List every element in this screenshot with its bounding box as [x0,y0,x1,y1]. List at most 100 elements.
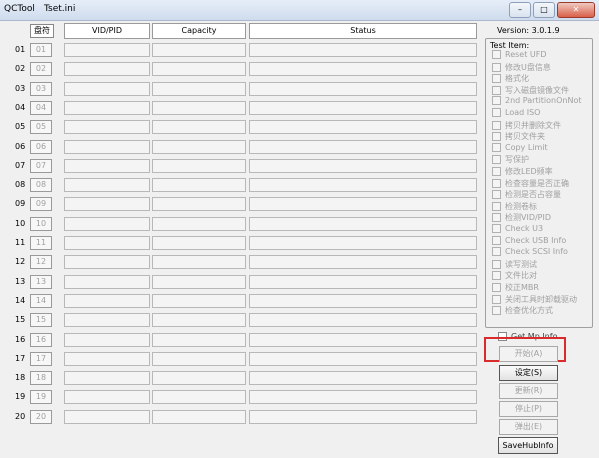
status-cell [249,410,477,424]
row-label: 14 [15,296,26,305]
capacity-cell [152,275,246,289]
test-item-checkbox[interactable]: 修改U盘信息 [492,62,551,73]
row-port-button[interactable]: 03 [30,82,52,96]
test-item-checkbox[interactable]: 修改LED频率 [492,166,553,177]
capacity-cell [152,371,246,385]
row-port-button[interactable]: 20 [30,410,52,424]
row-label: 12 [15,257,26,266]
start-button[interactable]: 开始(A) [499,346,558,362]
vidpid-cell [64,159,150,173]
test-item-checkbox[interactable]: 文件比对 [492,270,537,281]
status-cell [249,371,477,385]
row-port-button[interactable]: 11 [30,236,52,250]
close-button[interactable]: ✕ [557,2,595,18]
minimize-button[interactable]: – [509,2,531,18]
row-port-button[interactable]: 08 [30,178,52,192]
vidpid-cell [64,62,150,76]
checkbox-icon [492,167,501,176]
row-port-button[interactable]: 05 [30,120,52,134]
status-cell [249,390,477,404]
settings-button[interactable]: 设定(S) [499,365,558,381]
test-item-checkbox[interactable]: Check U3 [492,224,543,233]
row-port-button[interactable]: 17 [30,352,52,366]
test-item-label: 检查容量是否正确 [505,179,569,188]
test-item-label: 校正MBR [505,283,539,292]
test-item-label: Reset UFD [505,50,547,59]
status-cell [249,197,477,211]
row-port-button[interactable]: 06 [30,140,52,154]
row-port-button[interactable]: 14 [30,294,52,308]
status-cell [249,217,477,231]
checkbox-icon [492,63,501,72]
test-item-checkbox[interactable]: 检测VID/PID [492,212,551,223]
test-item-label: 修改U盘信息 [505,63,551,72]
test-item-checkbox[interactable]: Load ISO [492,108,540,117]
capacity-cell [152,140,246,154]
test-item-label: Check U3 [505,224,544,233]
test-item-checkbox[interactable]: 拷贝文件夹 [492,131,545,142]
test-item-checkbox[interactable]: Copy Limit [492,143,548,152]
test-item-title: Test Item: [490,41,530,50]
test-item-checkbox[interactable]: 检测卷标 [492,201,537,212]
vidpid-cell [64,390,150,404]
test-item-label: 文件比对 [505,271,537,280]
checkbox-icon [492,283,501,292]
row-port-button[interactable]: 01 [30,43,52,57]
maximize-button[interactable]: □ [533,2,555,18]
row-label: 06 [15,142,26,151]
test-item-checkbox[interactable]: 检测是否占容量 [492,189,561,200]
test-item-checkbox[interactable]: 写保护 [492,154,529,165]
row-label: 13 [15,277,26,286]
capacity-cell [152,217,246,231]
test-item-checkbox[interactable]: 格式化 [492,73,529,84]
row-port-button[interactable]: 16 [30,333,52,347]
test-item-checkbox[interactable]: 读写测试 [492,259,537,270]
capacity-cell [152,255,246,269]
checkbox-icon [492,306,501,315]
status-cell [249,101,477,115]
test-item-label: Load ISO [505,108,541,117]
status-cell [249,120,477,134]
test-item-checkbox[interactable]: 检查容量是否正确 [492,178,569,189]
test-item-checkbox[interactable]: 写入磁盘镜像文件 [492,85,569,96]
row-port-button[interactable]: 09 [30,197,52,211]
test-item-label: Check USB Info [505,236,567,245]
test-item-checkbox[interactable]: 校正MBR [492,282,539,293]
test-item-label: 修改LED频率 [505,167,553,176]
row-label: 17 [15,354,26,363]
checkbox-icon [492,179,501,188]
checkbox-icon [492,121,501,130]
test-item-checkbox[interactable]: 2nd PartitionOnNot [492,96,582,105]
eject-button[interactable]: 弹出(E) [499,419,558,435]
save-hub-info-button[interactable]: SaveHubInfo [498,437,558,454]
test-item-checkbox[interactable]: Check SCSI Info [492,247,568,256]
row-port-button[interactable]: 10 [30,217,52,231]
row-label: 08 [15,180,26,189]
stop-button[interactable]: 停止(P) [499,401,558,417]
row-port-button[interactable]: 02 [30,62,52,76]
row-label: 15 [15,315,26,324]
row-port-button[interactable]: 12 [30,255,52,269]
test-item-checkbox[interactable]: 检查优化方式 [492,305,553,316]
row-label: 01 [15,45,26,54]
column-header-vidpid: VID/PID [64,23,150,39]
row-port-button[interactable]: 19 [30,390,52,404]
capacity-cell [152,159,246,173]
status-cell [249,140,477,154]
row-port-button[interactable]: 13 [30,275,52,289]
row-port-button[interactable]: 15 [30,313,52,327]
update-button[interactable]: 更新(R) [499,383,558,399]
vidpid-cell [64,197,150,211]
vidpid-cell [64,410,150,424]
row-port-button[interactable]: 18 [30,371,52,385]
checkbox-icon [492,74,501,83]
test-item-checkbox[interactable]: Check USB Info [492,236,566,245]
test-item-label: 2nd PartitionOnNot [505,96,582,105]
test-item-checkbox[interactable]: 关闭工具时卸载驱动 [492,294,577,305]
test-item-checkbox[interactable]: 拷贝并删除文件 [492,120,561,131]
row-port-button[interactable]: 07 [30,159,52,173]
test-item-label: 检查优化方式 [505,306,553,315]
test-item-checkbox[interactable]: Reset UFD [492,50,547,59]
row-port-button[interactable]: 04 [30,101,52,115]
disk-header: 盘符 [30,24,54,38]
